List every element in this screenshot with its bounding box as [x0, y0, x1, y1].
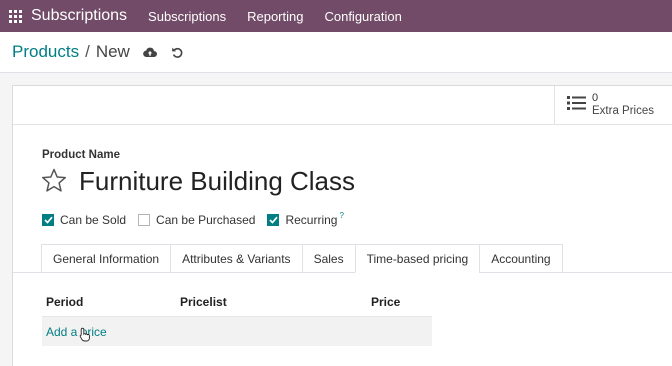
checkbox-checked-icon[interactable]: [267, 214, 280, 226]
can-be-sold-checkbox[interactable]: Can be Sold: [42, 213, 126, 227]
extra-prices-count: 0: [592, 92, 599, 104]
tab-general-information[interactable]: General Information: [41, 244, 171, 273]
breadcrumb-current: New: [95, 42, 130, 61]
column-pricelist: Pricelist: [180, 295, 227, 309]
apps-menu-icon[interactable]: [0, 0, 30, 32]
column-period: Period: [46, 295, 84, 309]
breadcrumb-products[interactable]: Products: [12, 42, 79, 62]
tab-attributes-variants[interactable]: Attributes & Variants: [170, 244, 302, 273]
control-panel: Products / New: [0, 32, 672, 73]
menu-reporting[interactable]: Reporting: [247, 9, 303, 24]
can-be-purchased-label: Can be Purchased: [156, 213, 256, 227]
app-name[interactable]: Subscriptions: [31, 7, 127, 25]
product-options: Can be Sold Can be Purchased Recurring ?: [42, 211, 356, 227]
tab-accounting[interactable]: Accounting: [479, 244, 563, 273]
hand-cursor-icon: [79, 327, 91, 347]
tab-time-based-pricing[interactable]: Time-based pricing: [354, 244, 480, 273]
list-icon: [567, 95, 586, 116]
recurring-label: Recurring: [285, 213, 338, 227]
column-price: Price: [371, 295, 401, 309]
top-navbar: Subscriptions Subscriptions Reporting Co…: [0, 0, 672, 32]
add-price-row[interactable]: Add a price: [42, 316, 432, 346]
cloud-upload-icon[interactable]: [142, 44, 158, 60]
product-name-label: Product Name: [42, 149, 120, 161]
checkbox-unchecked-icon[interactable]: [138, 214, 151, 226]
add-price-link[interactable]: Add a price: [46, 325, 107, 339]
smart-button-box: 0 Extra Prices: [13, 86, 672, 125]
tab-sales[interactable]: Sales: [301, 244, 355, 273]
form-tabs: General Information Attributes & Variant…: [41, 244, 563, 273]
can-be-purchased-checkbox[interactable]: Can be Purchased: [138, 213, 255, 227]
can-be-sold-label: Can be Sold: [60, 213, 127, 227]
checkbox-checked-icon[interactable]: [42, 214, 54, 226]
help-tooltip-icon[interactable]: ?: [339, 211, 343, 220]
extra-prices-label: Extra Prices: [592, 105, 654, 117]
favorite-star-icon[interactable]: [41, 168, 67, 198]
discard-undo-icon[interactable]: [170, 44, 186, 60]
product-name-field[interactable]: Furniture Building Class: [79, 166, 355, 197]
breadcrumb-separator: /: [85, 42, 90, 61]
menu-subscriptions[interactable]: Subscriptions: [148, 9, 226, 24]
recurring-checkbox[interactable]: Recurring ?: [267, 211, 344, 227]
extra-prices-button[interactable]: 0 Extra Prices: [554, 86, 672, 124]
menu-configuration[interactable]: Configuration: [324, 9, 401, 24]
form-sheet: 0 Extra Prices Product Name Furniture Bu…: [12, 85, 672, 366]
